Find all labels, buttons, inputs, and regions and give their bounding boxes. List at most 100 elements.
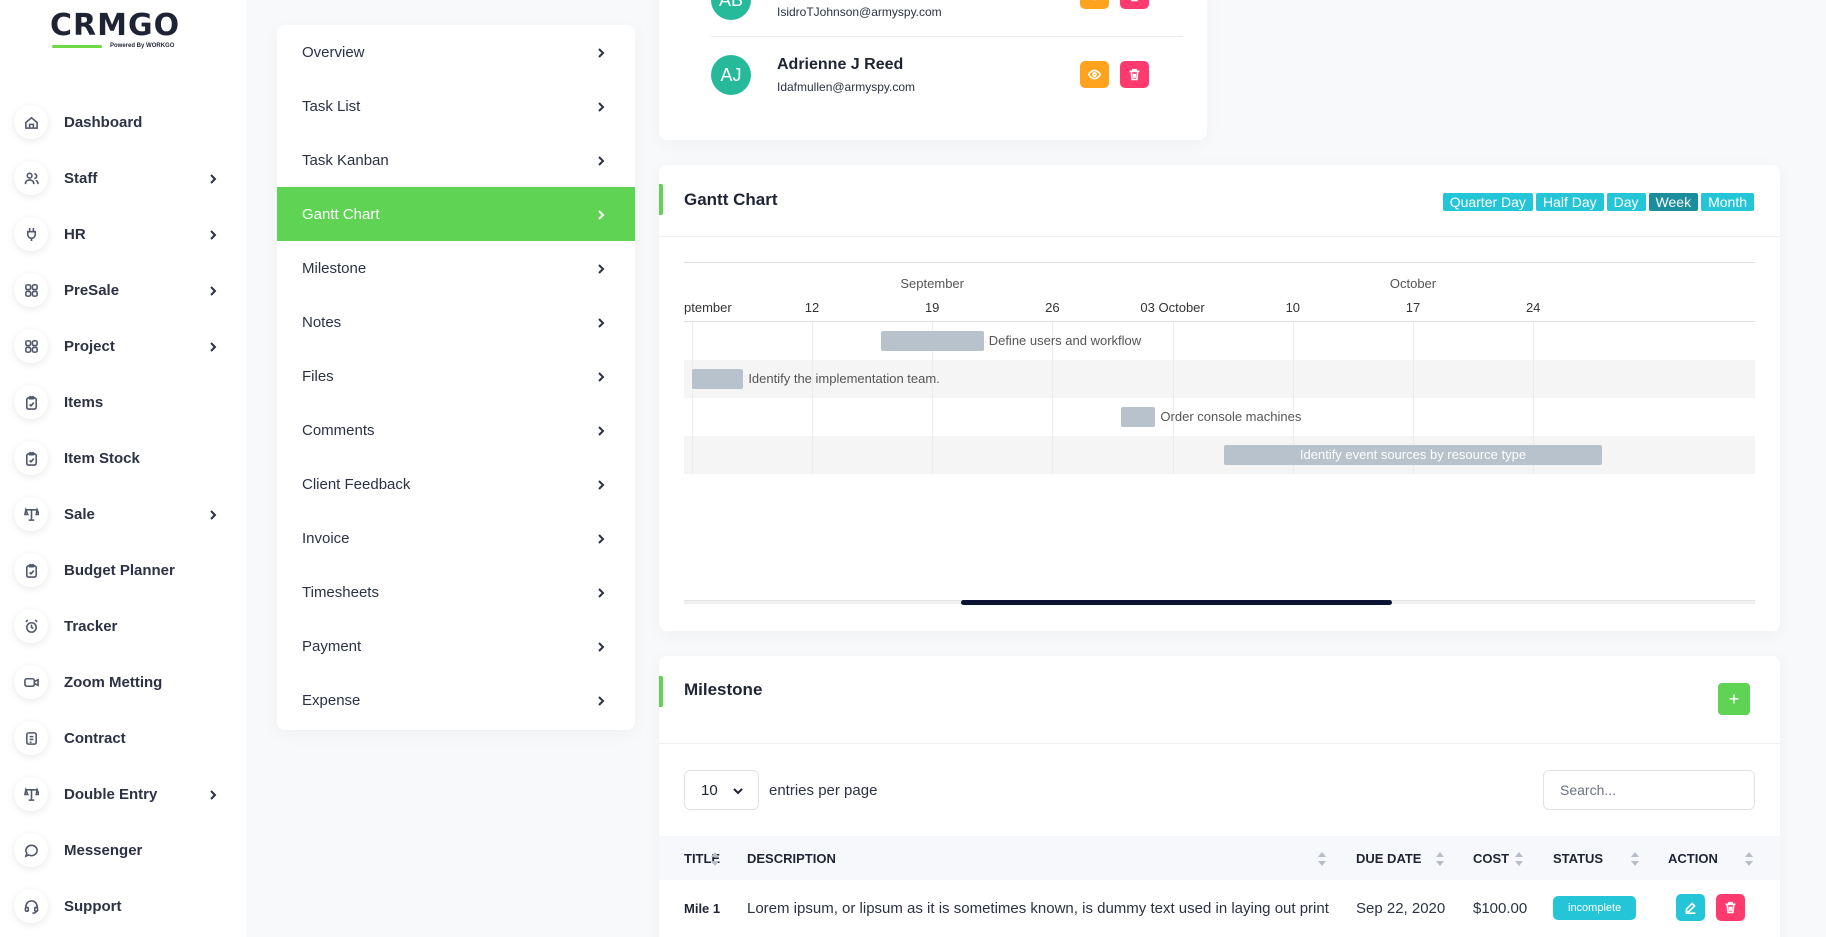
submenu-item-timesheets[interactable]: Timesheets — [277, 565, 635, 619]
sidebar-item-tracker[interactable]: Tracker — [0, 598, 246, 654]
gantt-task-bar[interactable] — [1121, 407, 1156, 427]
gantt-task-bar[interactable] — [691, 369, 744, 389]
chevron-right-icon — [598, 372, 605, 382]
gantt-grid-line — [812, 322, 813, 474]
delete-button[interactable] — [1120, 61, 1149, 88]
sidebar-item-label: Sale — [64, 505, 95, 523]
sidebar-item-double-entry[interactable]: Double Entry — [0, 766, 246, 822]
sort-icon[interactable] — [1631, 852, 1639, 866]
add-milestone-button[interactable]: + — [1718, 683, 1750, 715]
card-accent — [659, 676, 663, 707]
chevron-right-icon — [595, 370, 607, 382]
entries-per-page-select[interactable]: 10 — [684, 770, 759, 810]
gantt-month-label: September — [900, 276, 964, 291]
sidebar-item-zoom-metting[interactable]: Zoom Metting — [0, 654, 246, 710]
sidebar-item-label: Tracker — [64, 617, 118, 635]
delete-button[interactable] — [1120, 0, 1149, 9]
headset-icon — [14, 889, 48, 923]
grid-icon — [14, 273, 48, 307]
gantt-tick-label: 17 — [1405, 300, 1421, 315]
submenu-item-label: Task List — [302, 97, 361, 115]
gantt-grid-line — [692, 322, 693, 474]
chevron-right-icon — [210, 790, 217, 800]
sidebar-item-sale[interactable]: Sale — [0, 486, 246, 542]
chevron-right-icon — [207, 788, 219, 800]
submenu-item-payment[interactable]: Payment — [277, 619, 635, 673]
submenu-item-files[interactable]: Files — [277, 349, 635, 403]
submenu-item-comments[interactable]: Comments — [277, 403, 635, 457]
chat-icon — [14, 833, 48, 867]
grid-icon — [14, 329, 48, 363]
sidebar-item-contract[interactable]: Contract — [0, 710, 246, 766]
delete-button[interactable] — [1716, 894, 1745, 921]
sidebar: CRMGO Powered By WORKGO Dashboard Staff HR… — [0, 0, 246, 937]
sidebar-item-staff[interactable]: Staff — [0, 150, 246, 206]
chevron-right-icon — [595, 586, 607, 598]
submenu-item-overview[interactable]: Overview — [277, 25, 635, 79]
cell-status: incomplete — [1553, 880, 1637, 936]
submenu-item-invoice[interactable]: Invoice — [277, 511, 635, 565]
chevron-right-icon — [207, 340, 219, 352]
submenu-item-gantt-chart[interactable]: Gantt Chart — [277, 187, 635, 241]
sidebar-item-budget-planner[interactable]: Budget Planner — [0, 542, 246, 598]
gantt-row — [684, 322, 1755, 360]
scale-icon — [14, 497, 48, 531]
submenu-item-task-list[interactable]: Task List — [277, 79, 635, 133]
gantt-chart: ptember 12 19 26 03 October 10 17 24 September Oc… — [684, 262, 1755, 612]
sidebar-item-hr[interactable]: HR — [0, 206, 246, 262]
submenu-item-task-kanban[interactable]: Task Kanban — [277, 133, 635, 187]
submenu-item-label: Invoice — [302, 529, 350, 547]
gantt-scrollbar[interactable] — [961, 600, 1392, 605]
chevron-right-icon — [595, 100, 607, 112]
submenu-item-client-feedback[interactable]: Client Feedback — [277, 457, 635, 511]
sort-icon[interactable] — [1515, 852, 1523, 866]
chevron-right-icon — [595, 424, 607, 436]
view-button[interactable] — [1080, 0, 1109, 9]
sort-icon[interactable] — [1436, 852, 1444, 866]
sidebar-item-label: Double Entry — [64, 785, 158, 803]
search-input[interactable] — [1543, 770, 1755, 810]
cell-description: Lorem ipsum, or lipsum as it is sometime… — [747, 899, 1329, 917]
sidebar-item-label: Project — [64, 337, 115, 355]
column-cost[interactable]: COST — [1473, 836, 1509, 880]
submenu-item-expense[interactable]: Expense — [277, 673, 635, 727]
chevron-right-icon — [595, 46, 607, 58]
edit-button[interactable] — [1676, 894, 1705, 921]
submenu-item-notes[interactable]: Notes — [277, 295, 635, 349]
view-mode-quarter-day-button[interactable]: Quarter Day — [1442, 193, 1533, 211]
view-mode-month-button[interactable]: Month — [1701, 193, 1754, 211]
chevron-right-icon — [598, 534, 605, 544]
gantt-tick-label: 03 October — [1140, 300, 1205, 315]
chevron-right-icon — [595, 532, 607, 544]
column-status[interactable]: STATUS — [1553, 836, 1603, 880]
sidebar-item-items[interactable]: Items — [0, 374, 246, 430]
sidebar-item-messenger[interactable]: Messenger — [0, 822, 246, 878]
sidebar-item-support[interactable]: Support — [0, 878, 246, 934]
team-member: AB IsidroTJohnson@armyspy.com — [659, 0, 1207, 41]
sidebar-item-label: PreSale — [64, 281, 120, 299]
submenu-item-milestone[interactable]: Milestone — [277, 241, 635, 295]
view-mode-half-day-button[interactable]: Half Day — [1535, 193, 1604, 211]
view-mode-group: Quarter Day Half Day Day Week Month — [1442, 193, 1754, 211]
chevron-right-icon — [595, 316, 607, 328]
column-due-date[interactable]: DUE DATE — [1356, 836, 1421, 880]
sort-icon[interactable] — [711, 852, 719, 866]
gantt-task-bar[interactable] — [880, 331, 984, 351]
sidebar-item-dashboard[interactable]: Dashboard — [0, 94, 246, 150]
gantt-task-label: Identify the implementation team. — [748, 371, 940, 386]
logo[interactable]: CRMGO Powered By WORKGO — [50, 6, 200, 54]
sort-icon[interactable] — [1318, 852, 1326, 866]
view-mode-week-button[interactable]: Week — [1648, 193, 1699, 211]
sort-icon[interactable] — [1745, 852, 1753, 866]
sidebar-item-project[interactable]: Project — [0, 318, 246, 374]
sidebar-item-item-stock[interactable]: Item Stock — [0, 430, 246, 486]
view-mode-day-button[interactable]: Day — [1606, 193, 1646, 211]
sidebar-item-presale[interactable]: PreSale — [0, 262, 246, 318]
chevron-right-icon — [210, 230, 217, 240]
users-icon — [14, 161, 48, 195]
column-description[interactable]: DESCRIPTION — [747, 836, 836, 880]
chevron-right-icon — [210, 286, 217, 296]
video-icon — [14, 665, 48, 699]
view-button[interactable] — [1080, 61, 1109, 88]
sidebar-item-label: Support — [64, 897, 122, 915]
